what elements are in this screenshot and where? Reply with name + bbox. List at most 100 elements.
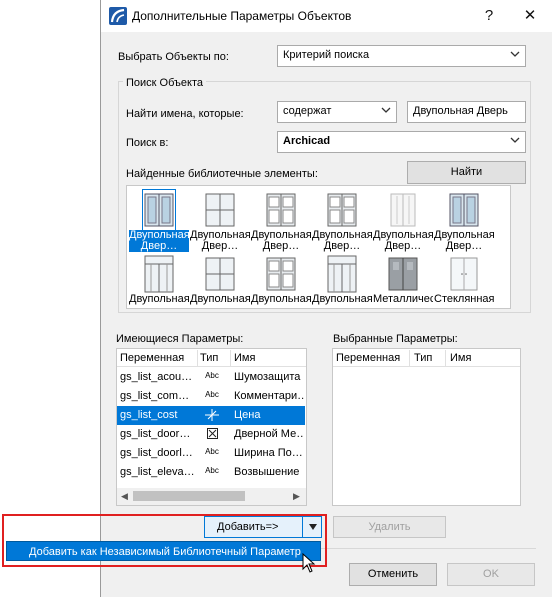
mouse-cursor-icon (302, 553, 316, 573)
library-item[interactable]: Двупольная Двер… (312, 188, 372, 252)
library-item-label: Двупольная Двер… (129, 230, 189, 252)
find-names-label: Найти имена, которые: (126, 108, 244, 120)
select-by-dropdown[interactable]: Критерий поиска (277, 45, 526, 67)
param-variable: gs_list_eleva… (120, 466, 195, 478)
double-door-panel-icon (327, 193, 357, 227)
search-in-label: Поиск в: (126, 137, 169, 149)
archicad-app-icon (109, 7, 127, 25)
param-row[interactable]: gs_list_com… Abc Комментари… (117, 387, 305, 406)
ok-button[interactable]: OK (447, 563, 535, 586)
available-params-title: Имеющиеся Параметры: (116, 333, 244, 345)
search-in-value: Archicad (283, 135, 331, 147)
params-vscroll[interactable]: ▲ (306, 367, 307, 487)
double-door-grid-icon (205, 193, 235, 227)
chevron-down-icon (510, 51, 520, 57)
column-variable[interactable]: Переменная (120, 352, 184, 364)
library-items-grid[interactable]: Двупольная Двер… Двупольная Двер… Двупольн… (126, 185, 511, 309)
library-item-label: Двупольная Двер… (434, 230, 494, 252)
search-group-title: Поиск Объекта (123, 77, 206, 89)
chevron-down-icon (510, 137, 520, 143)
column-divider (409, 350, 410, 366)
param-row[interactable]: gs_list_eleva… Abc Возвышение (117, 463, 305, 482)
checkbox-type-icon (205, 428, 219, 440)
param-name: Возвышение (234, 466, 300, 478)
library-item[interactable]: Двупольная Двер… (373, 188, 433, 252)
double-door-panel-icon (266, 257, 296, 291)
close-button[interactable]: ✕ (515, 4, 545, 28)
title-bar: Дополнительные Параметры Объектов ? ✕ (101, 0, 552, 32)
column-name[interactable]: Имя (234, 352, 255, 364)
double-door-light-icon (390, 193, 416, 227)
library-item[interactable]: Двупольная Двер… (251, 188, 311, 252)
param-name: Ширина По… (234, 447, 303, 459)
library-item-label: Двупольная Двер… (312, 230, 372, 252)
library-item[interactable]: Двупольная… (190, 252, 250, 308)
column-type[interactable]: Тип (414, 352, 432, 364)
scroll-thumb[interactable] (133, 491, 245, 501)
library-item[interactable]: Двупольная Двер… (434, 188, 494, 252)
add-as-independent-param-item[interactable]: Добавить как Независимый Библиотечный Па… (29, 546, 301, 558)
select-by-value: Критерий поиска (283, 49, 370, 61)
double-door-transom-icon (144, 255, 174, 293)
scroll-right-arrow-icon[interactable]: ▶ (293, 491, 300, 502)
library-item[interactable]: Стеклянная… (434, 252, 494, 308)
library-item-label: Двупольная… (312, 294, 372, 305)
param-row[interactable]: gs_list_doorl… Abc Ширина По… (117, 444, 305, 463)
column-divider (445, 350, 446, 366)
params-hscroll[interactable]: ◀ ▶ (117, 488, 306, 505)
param-row[interactable]: gs_list_door… Дверной Ме… (117, 425, 305, 444)
glass-door-icon (450, 257, 478, 291)
scroll-up-arrow-icon[interactable]: ▲ (306, 371, 307, 380)
library-item-label: Двупольная Двер… (373, 230, 433, 252)
help-button[interactable]: ? (474, 4, 504, 28)
number-type-icon (205, 409, 219, 421)
double-door-panel-icon (266, 193, 296, 227)
column-divider (230, 350, 231, 366)
column-variable[interactable]: Переменная (336, 352, 400, 364)
column-name[interactable]: Имя (450, 352, 471, 364)
param-variable: gs_list_door… (120, 428, 191, 440)
double-door-icon (142, 189, 176, 231)
found-items-label: Найденные библиотечные элементы: (126, 168, 318, 180)
library-item[interactable]: Металлическая… (373, 252, 433, 308)
selected-params-list[interactable]: Переменная Тип Имя (332, 348, 521, 506)
library-item-label: Двупольная… (251, 294, 311, 305)
library-item[interactable]: Двупольная… (251, 252, 311, 308)
remove-button[interactable]: Удалить (333, 516, 446, 538)
dialog-title: Дополнительные Параметры Объектов (132, 9, 352, 23)
library-item-label: Стеклянная… (434, 294, 494, 305)
metal-door-icon (388, 257, 418, 291)
param-row[interactable]: gs_list_cost Цена (117, 406, 305, 425)
dialog-window: Дополнительные Параметры Объектов ? ✕ Вы… (100, 0, 552, 597)
param-variable: gs_list_cost (120, 409, 178, 421)
library-item[interactable]: Двупольная… (129, 252, 189, 308)
param-variable: gs_list_com… (120, 390, 190, 402)
find-button[interactable]: Найти (407, 161, 526, 184)
param-name: Шумозащита (234, 371, 301, 383)
double-door-transom-icon (327, 255, 357, 293)
library-item[interactable]: Двупольная… (312, 252, 372, 308)
select-by-label: Выбрать Объекты по: (118, 51, 229, 63)
text-type-icon: Abc (205, 447, 219, 456)
scroll-left-arrow-icon[interactable]: ◀ (121, 491, 128, 502)
column-type[interactable]: Тип (200, 352, 218, 364)
library-item[interactable]: Двупольная Двер… (129, 188, 189, 252)
add-popup-menu[interactable]: Добавить как Независимый Библиотечный Па… (6, 541, 321, 561)
library-item-label: Двупольная… (190, 294, 250, 305)
param-name: Дверной Ме… (234, 428, 304, 440)
selected-params-title: Выбранные Параметры: (333, 333, 458, 345)
cancel-button[interactable]: Отменить (349, 563, 437, 586)
text-type-icon: Abc (205, 466, 219, 475)
param-variable: gs_list_acou… (120, 371, 193, 383)
library-item[interactable]: Двупольная Двер… (190, 188, 250, 252)
library-item-label: Двупольная Двер… (251, 230, 311, 252)
param-variable: gs_list_doorl… (120, 447, 193, 459)
double-door-grid-icon (205, 257, 235, 291)
library-item-label: Металлическая… (373, 294, 433, 305)
match-mode-dropdown[interactable]: содержат (277, 101, 397, 123)
available-params-list[interactable]: Переменная Тип Имя gs_list_acou… Abc Шумоз… (116, 348, 307, 506)
match-mode-value: содержат (283, 105, 332, 117)
param-row[interactable]: gs_list_acou… Abc Шумозащита (117, 368, 305, 387)
search-in-dropdown[interactable]: Archicad (277, 131, 526, 153)
search-text-input[interactable]: Двупольная Дверь (407, 101, 526, 123)
